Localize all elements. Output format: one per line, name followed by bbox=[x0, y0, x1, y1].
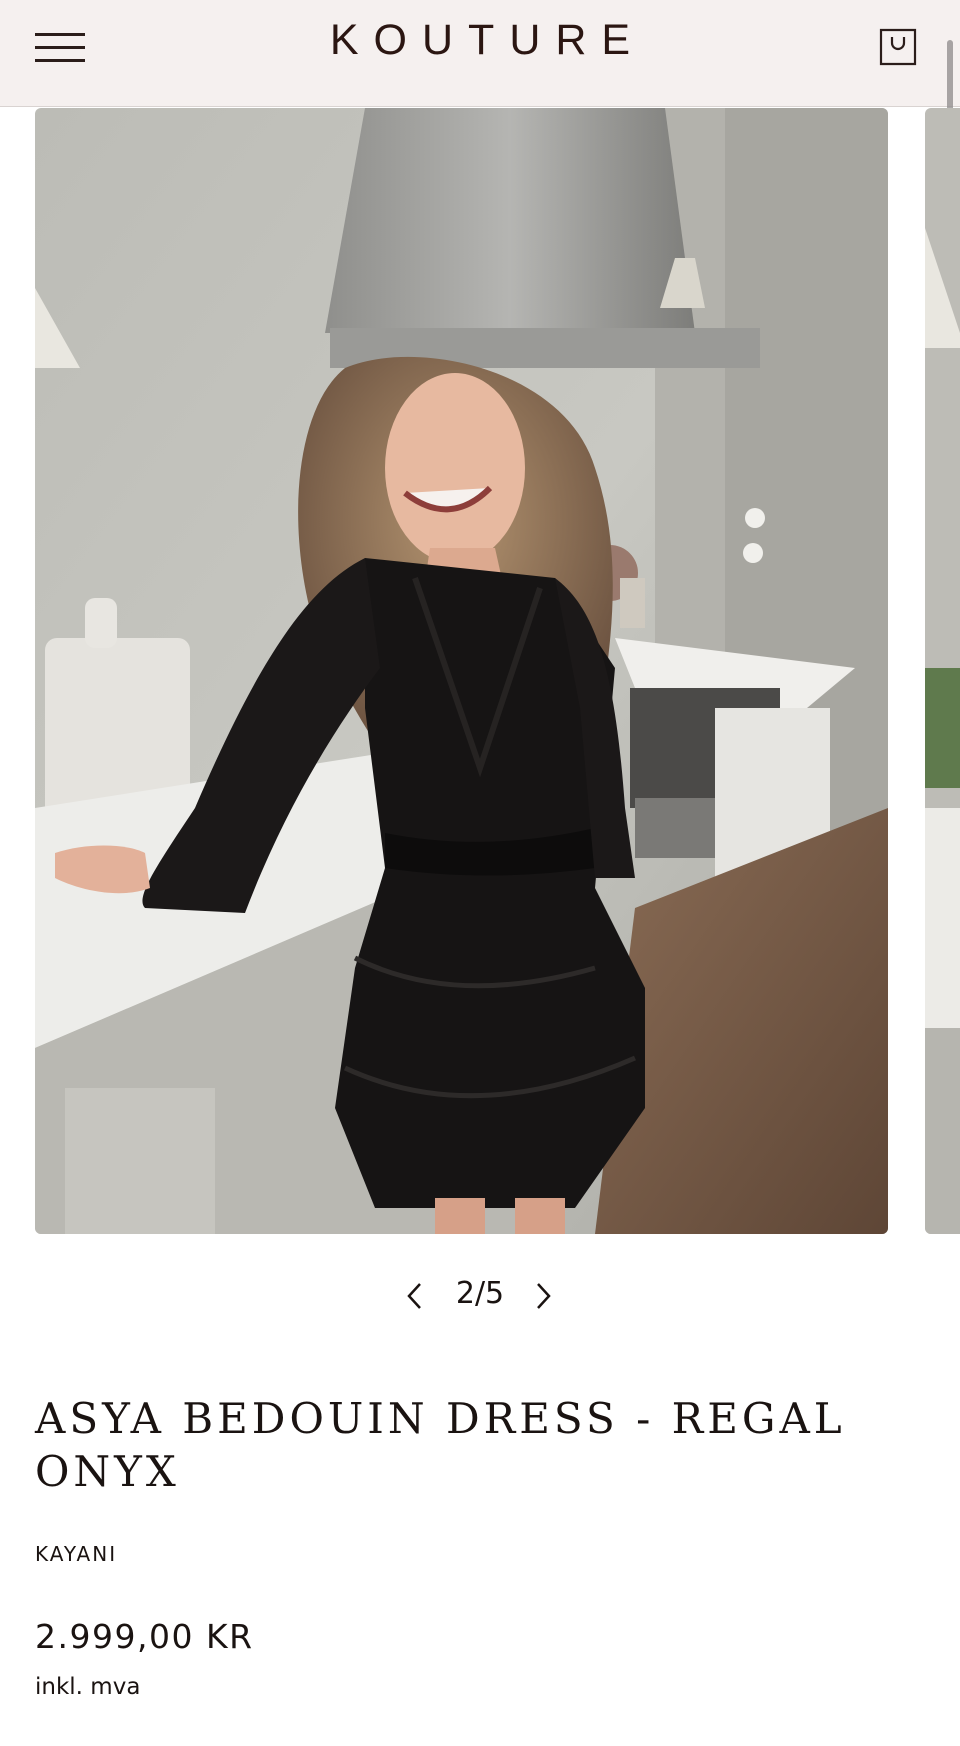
product-title: ASYA BEDOUIN DRESS - REGAL ONYX bbox=[35, 1394, 846, 1496]
image-pager: 2/5 bbox=[0, 1270, 960, 1320]
site-header: KOUTURE bbox=[0, 0, 960, 107]
product-price: 2.999,00 KR bbox=[35, 1617, 254, 1656]
site-logo[interactable]: KOUTURE bbox=[0, 14, 960, 66]
shopping-bag-icon[interactable] bbox=[878, 27, 918, 67]
product-brand[interactable]: KAYANI bbox=[35, 1542, 117, 1566]
next-photo-preview bbox=[925, 108, 960, 1234]
vat-note: inkl. mva bbox=[35, 1674, 141, 1700]
chevron-right-icon[interactable] bbox=[528, 1278, 558, 1314]
chevron-left-icon[interactable] bbox=[400, 1278, 430, 1314]
product-image-next-preview[interactable] bbox=[925, 108, 960, 1234]
product-photo bbox=[35, 108, 888, 1234]
image-counter: 2/5 bbox=[455, 1276, 505, 1311]
product-image-carousel[interactable] bbox=[0, 108, 960, 1234]
product-image-current[interactable] bbox=[35, 108, 888, 1234]
